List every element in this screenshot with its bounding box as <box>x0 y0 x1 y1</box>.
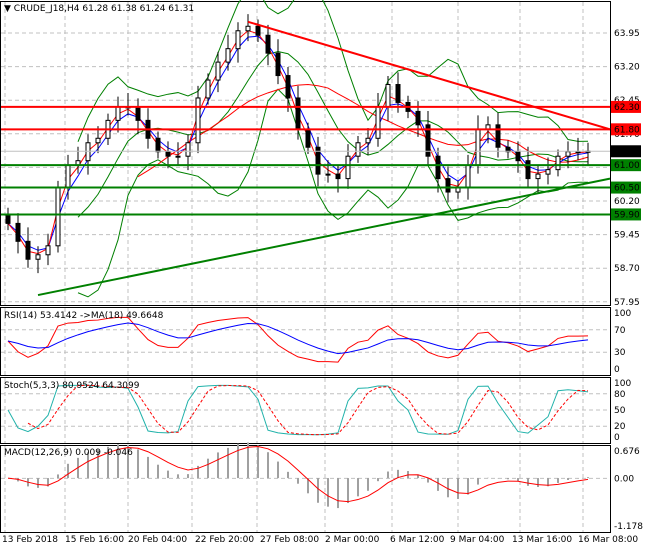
x-tick-label: 16 Mar 08:00 <box>578 535 638 545</box>
candle-body[interactable] <box>135 106 141 121</box>
candle-body[interactable] <box>65 164 71 189</box>
candle-body[interactable] <box>55 187 61 247</box>
candle-body[interactable] <box>165 151 171 157</box>
y-tick-label: 57.95 <box>614 298 640 308</box>
candle-body[interactable] <box>155 137 161 153</box>
rsi-title: RSI(14) 53.4142 ->MA(18) 49.6648 <box>4 311 164 321</box>
y-tick-label: 20 <box>614 422 626 432</box>
stoch-signal-line <box>27 384 589 436</box>
level-label: 59.90 <box>614 210 640 220</box>
panel-frame-3 <box>0 445 611 533</box>
candle-body[interactable] <box>575 151 581 154</box>
candle-body[interactable] <box>235 30 241 50</box>
ohlc-low: 61.24 <box>139 4 166 14</box>
ohlc-high: 61.38 <box>111 4 137 14</box>
candle-body[interactable] <box>175 155 181 158</box>
y-tick-label: 80 <box>614 390 626 400</box>
candle-body[interactable] <box>415 110 421 126</box>
level-label: 62.30 <box>614 103 640 113</box>
y-tick-label: 60.20 <box>614 197 640 207</box>
candle-body[interactable] <box>565 151 571 157</box>
candle-body[interactable] <box>355 142 361 157</box>
candle-body[interactable] <box>435 155 441 180</box>
macd-title: MACD(12,26,9) 0.009 -0.046 <box>4 448 133 458</box>
candle-body[interactable] <box>115 106 121 121</box>
candle-body[interactable] <box>25 240 31 260</box>
candle-body[interactable] <box>495 124 501 148</box>
x-tick-label: 27 Feb 08:00 <box>260 535 319 545</box>
level-label: 60.50 <box>614 184 640 194</box>
trendline[interactable] <box>37 177 611 297</box>
candle-body[interactable] <box>185 142 191 157</box>
y-tick-label: 100 <box>614 379 631 389</box>
candle-body[interactable] <box>255 25 261 36</box>
candle-body[interactable] <box>265 34 271 54</box>
level-label: 61.00 <box>614 161 640 171</box>
rsi-ma-line <box>7 322 589 355</box>
y-tick-label: 100 <box>614 309 631 319</box>
symbol-label: CRUDE_J18,H4 <box>13 4 80 14</box>
x-tick-label: 22 Feb 20:00 <box>195 535 254 545</box>
candle-body[interactable] <box>215 61 221 81</box>
candle-body[interactable] <box>205 79 211 99</box>
y-tick-label: 59.45 <box>614 231 640 241</box>
dropdown-triangle-icon[interactable]: ▼ <box>4 4 11 14</box>
level-label: 61.80 <box>614 125 640 135</box>
candle-body[interactable] <box>335 173 341 180</box>
x-tick-label: 13 Mar 16:00 <box>512 535 572 545</box>
ohlc-open: 61.28 <box>82 4 109 14</box>
y-tick-label: 58.70 <box>614 264 640 274</box>
x-tick-label: 2 Mar 00:00 <box>325 535 380 545</box>
x-tick-label: 15 Feb 16:00 <box>65 535 124 545</box>
current-price-label: 61.31 <box>614 147 640 157</box>
candle-body[interactable] <box>375 106 381 139</box>
candle-body[interactable] <box>45 245 51 256</box>
y-tick-label: 50 <box>614 406 626 416</box>
candle-body[interactable] <box>295 97 301 130</box>
y-tick-label: 0 <box>614 365 620 375</box>
candle-body[interactable] <box>95 137 101 144</box>
candle-body[interactable] <box>475 128 481 166</box>
y-tick-label: 0 <box>614 433 620 443</box>
x-tick-label: 6 Mar 12:00 <box>390 535 445 545</box>
y-tick-label: 0.676 <box>614 447 640 457</box>
candle-body[interactable] <box>245 25 251 32</box>
ma-fast-red <box>7 30 589 255</box>
candle-body[interactable] <box>15 222 21 242</box>
candle-body[interactable] <box>365 137 371 144</box>
candle-body[interactable] <box>465 164 471 189</box>
candle-body[interactable] <box>545 169 551 175</box>
y-tick-label: 0.00 <box>614 474 634 484</box>
y-tick-label: 30 <box>614 348 626 358</box>
stoch-title: Stoch(5,3,3) 80.9524 64.3099 <box>4 381 140 391</box>
candle-body[interactable] <box>195 97 201 144</box>
y-tick-label: 70 <box>614 326 626 336</box>
bollinger-middle <box>77 50 589 218</box>
chart-window: 13 Feb 2018 15 Feb 16:00 20 Feb 04:00 22 Fe… <box>0 0 650 550</box>
x-tick-label: 13 Feb 2018 <box>2 535 58 545</box>
candle-body[interactable] <box>275 52 281 77</box>
x-tick-label: 20 Feb 04:00 <box>128 535 187 545</box>
y-tick-label: 63.20 <box>614 63 640 73</box>
ohlc-close: 61.31 <box>168 4 195 14</box>
candle-body[interactable] <box>535 173 541 180</box>
candle-body[interactable] <box>35 254 41 260</box>
candle-body[interactable] <box>445 178 451 193</box>
candle-body[interactable] <box>305 128 311 148</box>
candle-body[interactable] <box>395 84 401 103</box>
y-tick-label: 63.95 <box>614 29 640 39</box>
candle-body[interactable] <box>325 173 331 176</box>
candle-body[interactable] <box>285 75 291 99</box>
chart-canvas[interactable]: 13 Feb 2018 15 Feb 16:00 20 Feb 04:00 22 Fe… <box>0 0 650 550</box>
candle-body[interactable] <box>345 155 351 180</box>
candle-body[interactable] <box>515 151 521 162</box>
y-tick-label: -1.178 <box>614 522 643 532</box>
candle-body[interactable] <box>5 213 11 224</box>
candle-body[interactable] <box>225 48 231 63</box>
x-tick-label: 9 Mar 04:00 <box>450 535 505 545</box>
chart-header: ▼ CRUDE_J18,H4 61.28 61.38 61.24 61.31 <box>4 4 194 14</box>
candle-body[interactable] <box>385 84 391 108</box>
candle-body[interactable] <box>555 155 561 171</box>
candle-body[interactable] <box>525 160 531 180</box>
